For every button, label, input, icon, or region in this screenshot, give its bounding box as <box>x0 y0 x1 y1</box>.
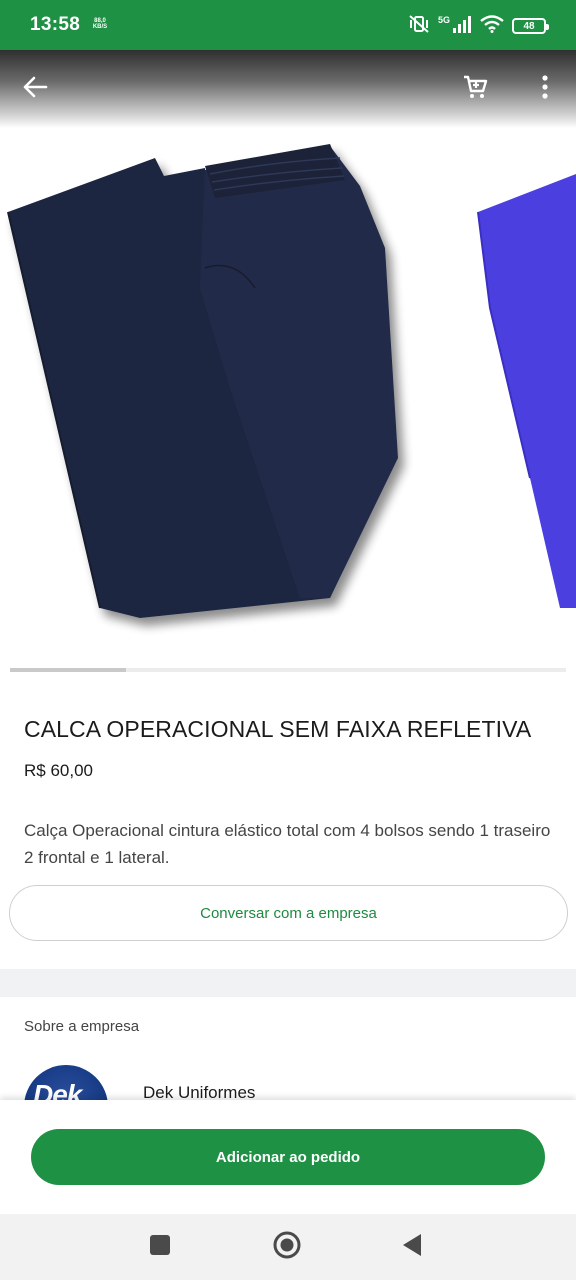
cart-icon <box>462 74 488 105</box>
system-nav-bar <box>0 1214 576 1280</box>
battery-icon: 48 <box>512 18 549 34</box>
status-bar: 13:58 88,0 KB/S 5G 48 <box>0 0 576 50</box>
carousel-indicator-active <box>10 668 126 672</box>
product-title: CALCA OPERACIONAL SEM FAIXA REFLETIVA <box>24 716 532 742</box>
network-type: 5G <box>437 15 450 25</box>
nav-back-button[interactable] <box>396 1231 428 1263</box>
network-speed-unit: KB/S <box>92 24 108 30</box>
product-description: Calça Operacional cintura elástico total… <box>24 821 551 867</box>
arrow-left-icon <box>22 75 48 104</box>
recent-apps-button[interactable] <box>144 1231 176 1263</box>
battery-level: 48 <box>523 20 535 32</box>
back-button[interactable] <box>18 72 52 106</box>
product-price: R$ 60,00 <box>24 761 93 780</box>
product-image <box>7 144 576 618</box>
more-options-button[interactable] <box>528 72 562 106</box>
more-vertical-icon <box>541 74 549 105</box>
triangle-back-icon <box>401 1233 423 1262</box>
network-speed: 88,0 KB/S <box>89 18 111 30</box>
vibrate-off-icon <box>408 14 430 39</box>
add-to-order-button[interactable]: Adicionar ao pedido <box>31 1129 545 1185</box>
cart-button[interactable] <box>458 72 492 106</box>
circle-home-icon <box>272 1230 302 1265</box>
square-icon <box>149 1234 171 1261</box>
carousel-indicator <box>10 668 566 672</box>
status-time: 13:58 <box>30 14 81 35</box>
home-button[interactable] <box>271 1231 303 1263</box>
app-bar <box>0 50 576 128</box>
about-company-label: Sobre a empresa <box>24 1018 140 1035</box>
wifi-icon <box>480 14 504 38</box>
product-image-carousel[interactable] <box>0 128 576 668</box>
chat-with-company-button[interactable]: Conversar com a empresa <box>9 885 568 941</box>
signal-icon <box>452 15 472 38</box>
status-icons: 5G 48 <box>408 14 549 39</box>
bottom-action-bar: Adicionar ao pedido <box>0 1100 576 1214</box>
section-divider <box>0 969 576 997</box>
